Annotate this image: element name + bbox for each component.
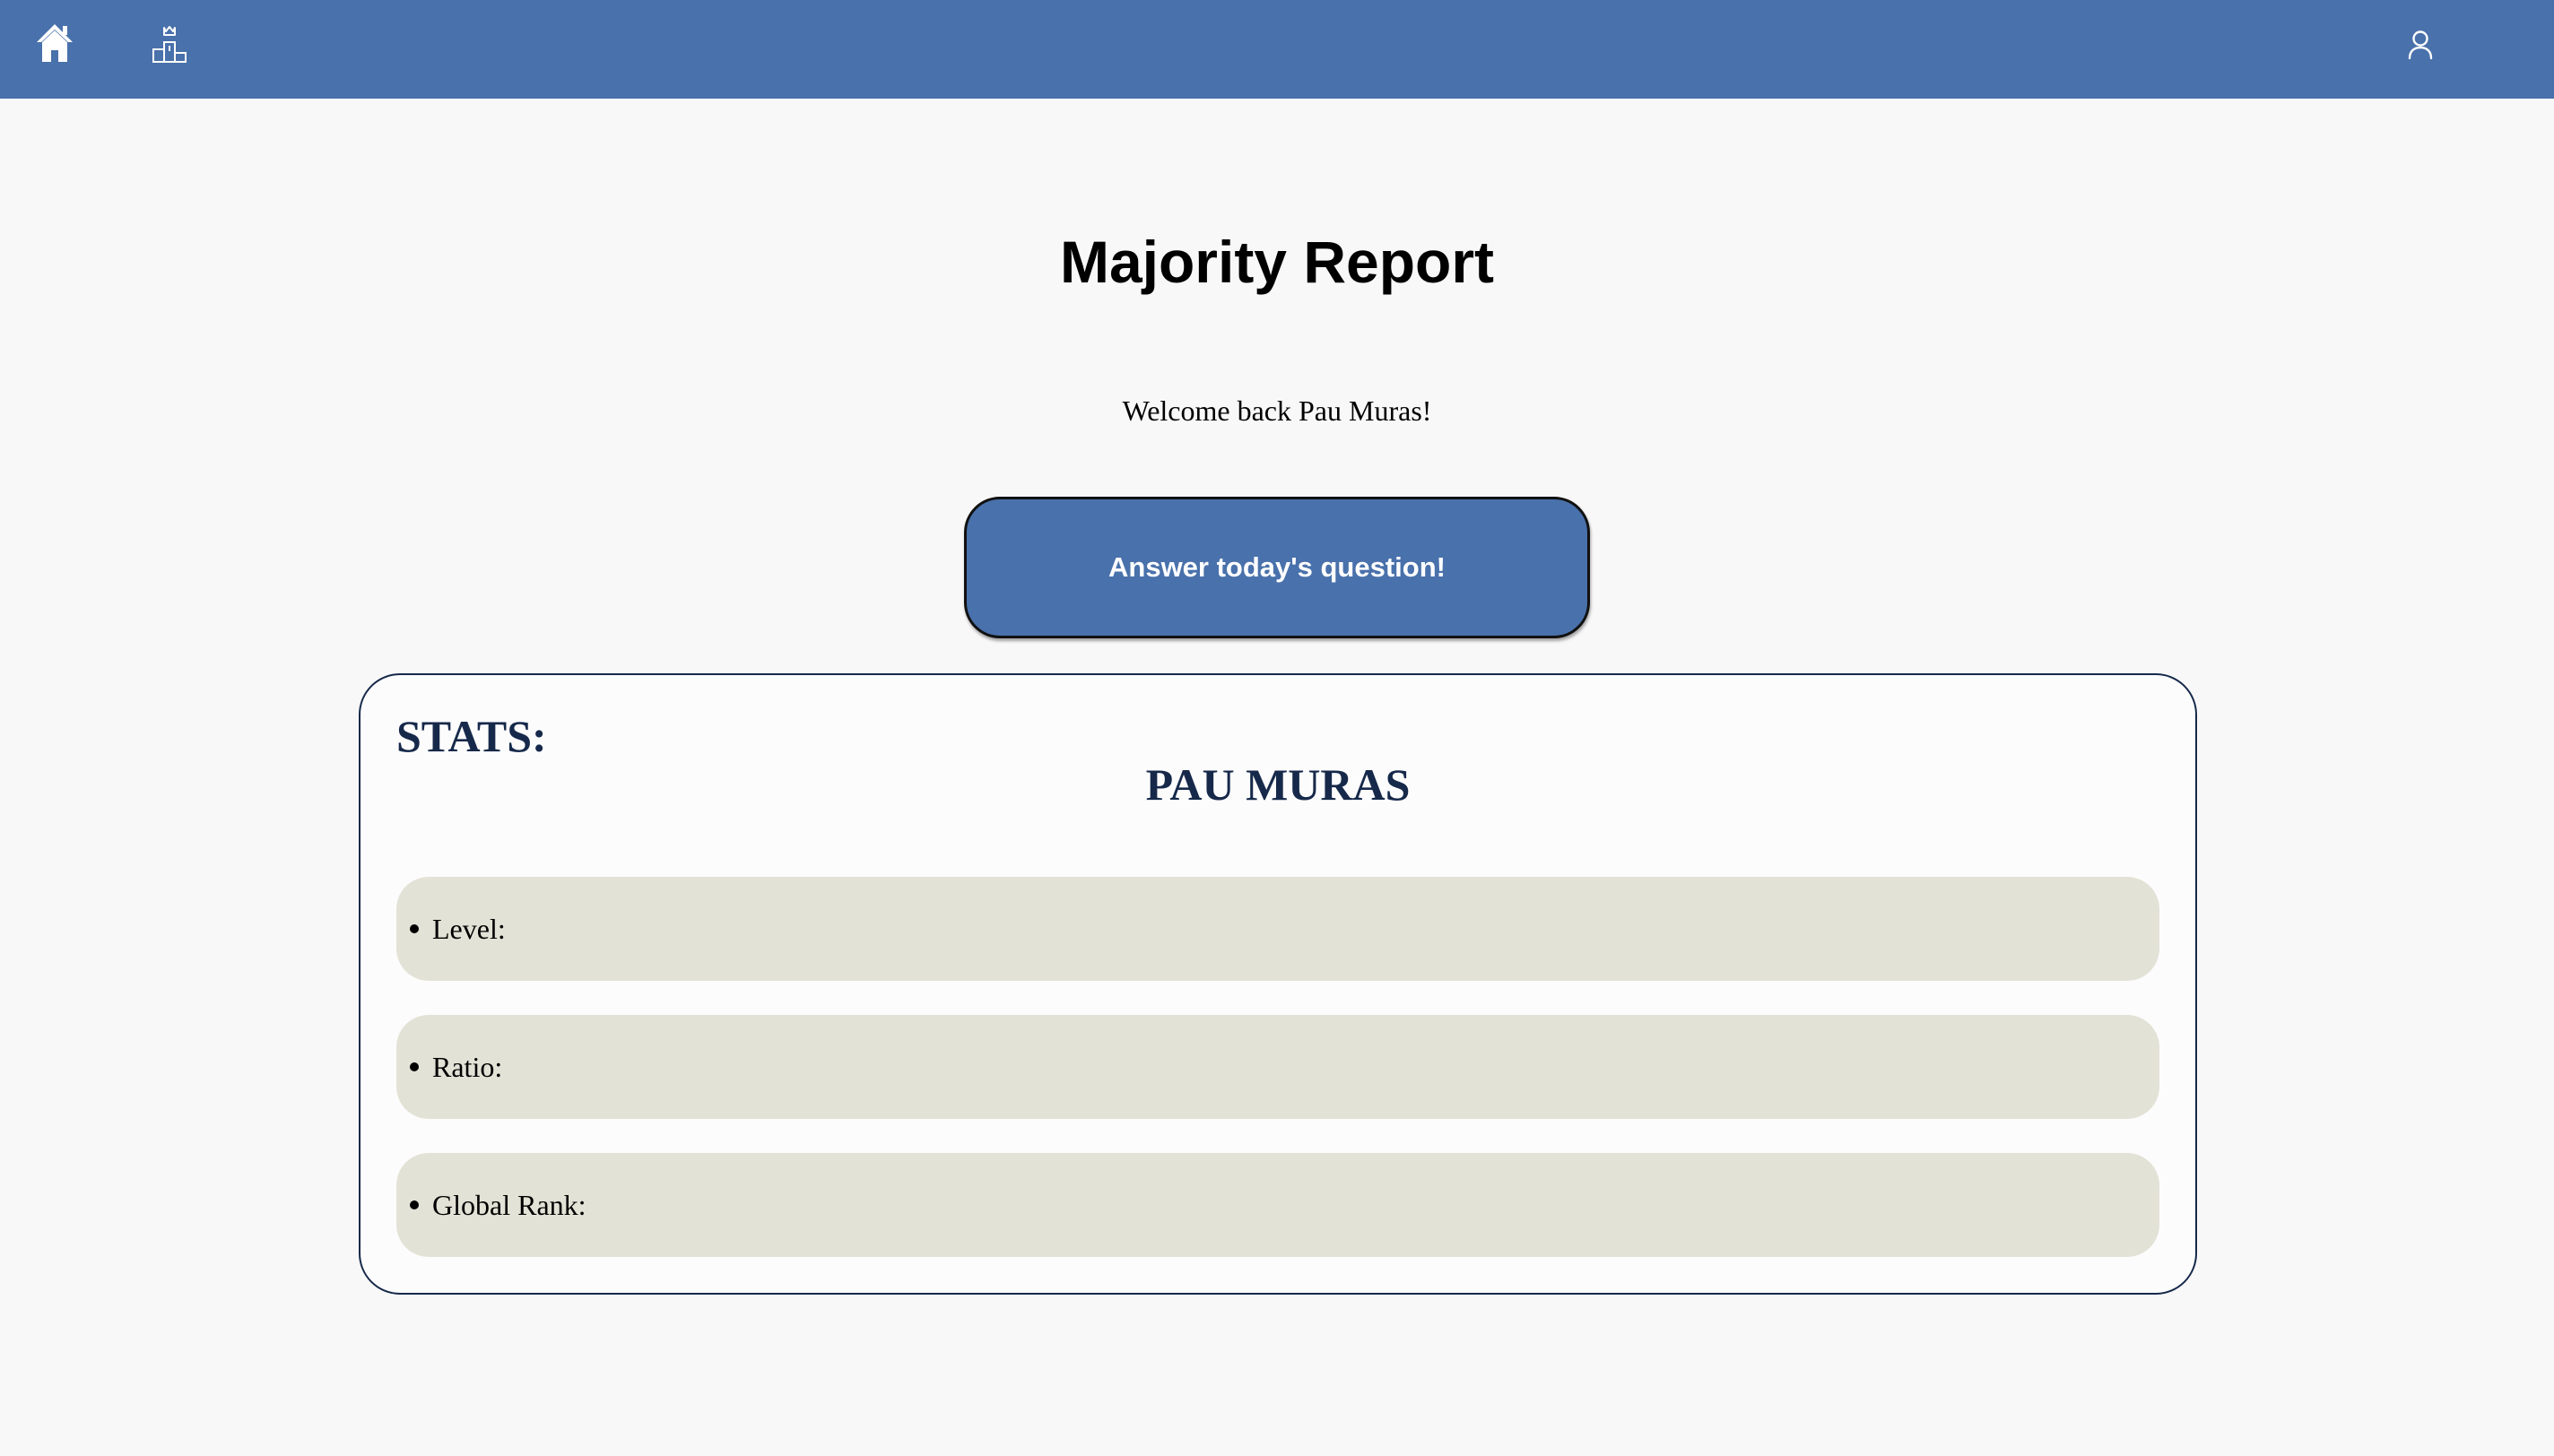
bullet-icon xyxy=(410,924,419,933)
stat-label-ratio: Ratio: xyxy=(432,1051,503,1083)
stat-row-ratio: Ratio: xyxy=(396,1015,2159,1119)
bullet-icon xyxy=(410,1200,419,1209)
answer-question-button[interactable]: Answer today's question! xyxy=(964,497,1590,638)
player-name: PAU MURAS xyxy=(1145,759,1411,810)
stat-label-level: Level: xyxy=(432,913,506,945)
stats-card: STATS: PAU MURAS Level: Ratio: Global Ra… xyxy=(359,673,2197,1295)
stat-label-global-rank: Global Rank: xyxy=(432,1189,586,1221)
top-navbar xyxy=(0,0,2554,99)
bullet-icon xyxy=(410,1062,419,1071)
user-profile-icon[interactable] xyxy=(2407,30,2434,60)
stat-row-level: Level: xyxy=(396,877,2159,981)
leaderboard-icon[interactable] xyxy=(152,24,187,64)
stats-heading: STATS: xyxy=(396,711,547,761)
home-icon[interactable] xyxy=(36,22,74,64)
page-title: Majority Report xyxy=(1059,229,1495,295)
stat-row-global-rank: Global Rank: xyxy=(396,1153,2159,1257)
welcome-message: Welcome back Pau Muras! xyxy=(1122,394,1432,427)
